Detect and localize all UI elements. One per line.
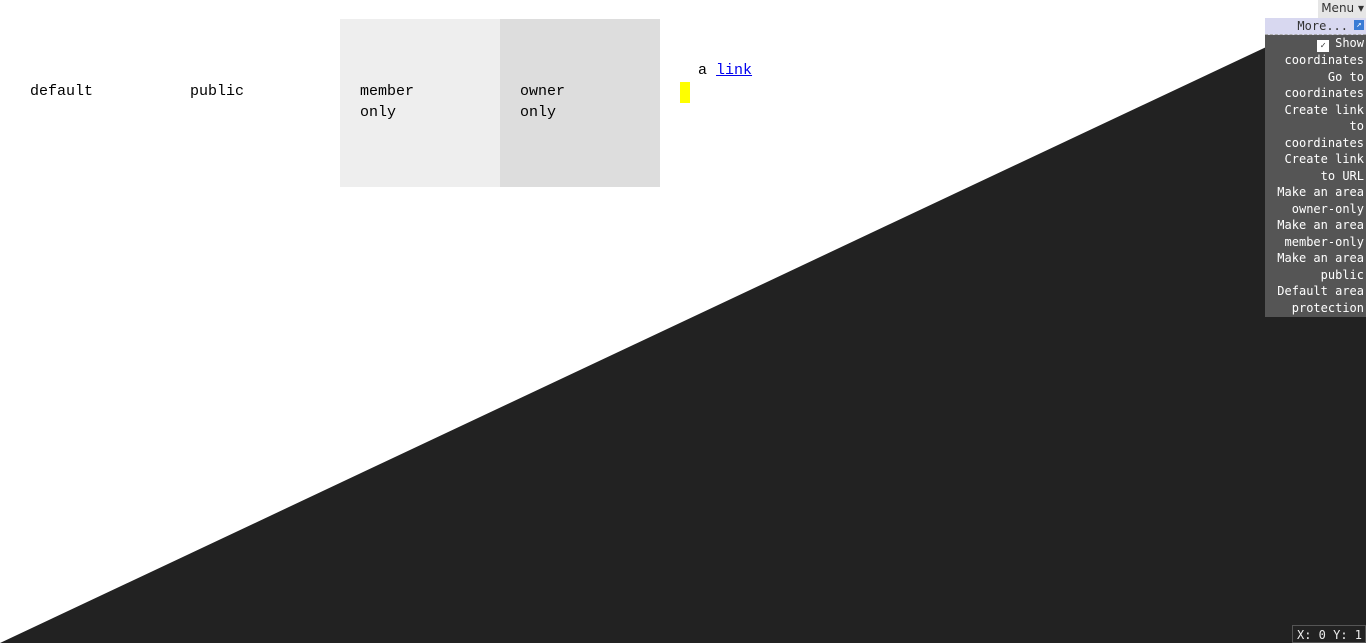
cell-owner-only-text: owner only — [520, 83, 575, 121]
cell-public[interactable]: public — [170, 19, 330, 187]
menu-item-make-area-owner-only[interactable]: Make an area owner-only — [1265, 184, 1366, 217]
popout-icon[interactable]: ↗ — [1354, 20, 1364, 30]
menu-item-label: Default area protection — [1277, 284, 1364, 315]
cell-member-only-text: member only — [360, 83, 424, 121]
menu-header[interactable]: More... ↗ — [1265, 18, 1366, 35]
menu-item-create-link-to-url[interactable]: Create link to URL — [1265, 151, 1366, 184]
text-link[interactable]: link — [716, 62, 752, 79]
coordinates-readout: X: 0 Y: 1 — [1291, 625, 1366, 643]
link-prefix-text: a — [698, 62, 717, 79]
menu-item-go-to-coordinates[interactable]: Go to coordinates — [1265, 69, 1366, 102]
menu-item-show-coordinates[interactable]: ✓ Show coordinates — [1265, 35, 1366, 69]
cell-default[interactable]: default — [10, 19, 170, 187]
menu-item-label: Create link to coordinates — [1284, 102, 1364, 150]
menu-item-label: Make an area public — [1277, 251, 1364, 282]
cell-owner-only[interactable]: owner only — [500, 19, 660, 187]
cell-public-text: public — [190, 83, 245, 100]
menu-toggle-button[interactable]: Menu ▾ — [1318, 0, 1366, 18]
menu-panel: More... ↗ ✓ Show coordinates Go to coordi… — [1265, 18, 1366, 317]
menu-item-make-area-member-only[interactable]: Make an area member-only — [1265, 217, 1366, 250]
cell-member-only[interactable]: member only — [340, 19, 500, 187]
menu-item-default-area-protection[interactable]: Default area protection — [1265, 283, 1366, 316]
menu-item-label: Make an area member-only — [1277, 218, 1364, 249]
menu-item-make-area-public[interactable]: Make an area public — [1265, 250, 1366, 283]
menu-item-label: Make an area owner-only — [1277, 185, 1364, 216]
menu-item-label: Go to coordinates — [1284, 69, 1364, 101]
menu-item-create-link-to-coordinates[interactable]: Create link to coordinates — [1265, 102, 1366, 152]
menu-header-label: More... — [1297, 19, 1348, 33]
cell-link[interactable]: a link — [660, 19, 820, 187]
checkbox-checked-icon[interactable]: ✓ — [1317, 40, 1330, 52]
cell-default-text: default — [30, 83, 94, 100]
text-cursor — [680, 82, 690, 103]
menu-item-label: Create link to URL — [1284, 152, 1364, 183]
